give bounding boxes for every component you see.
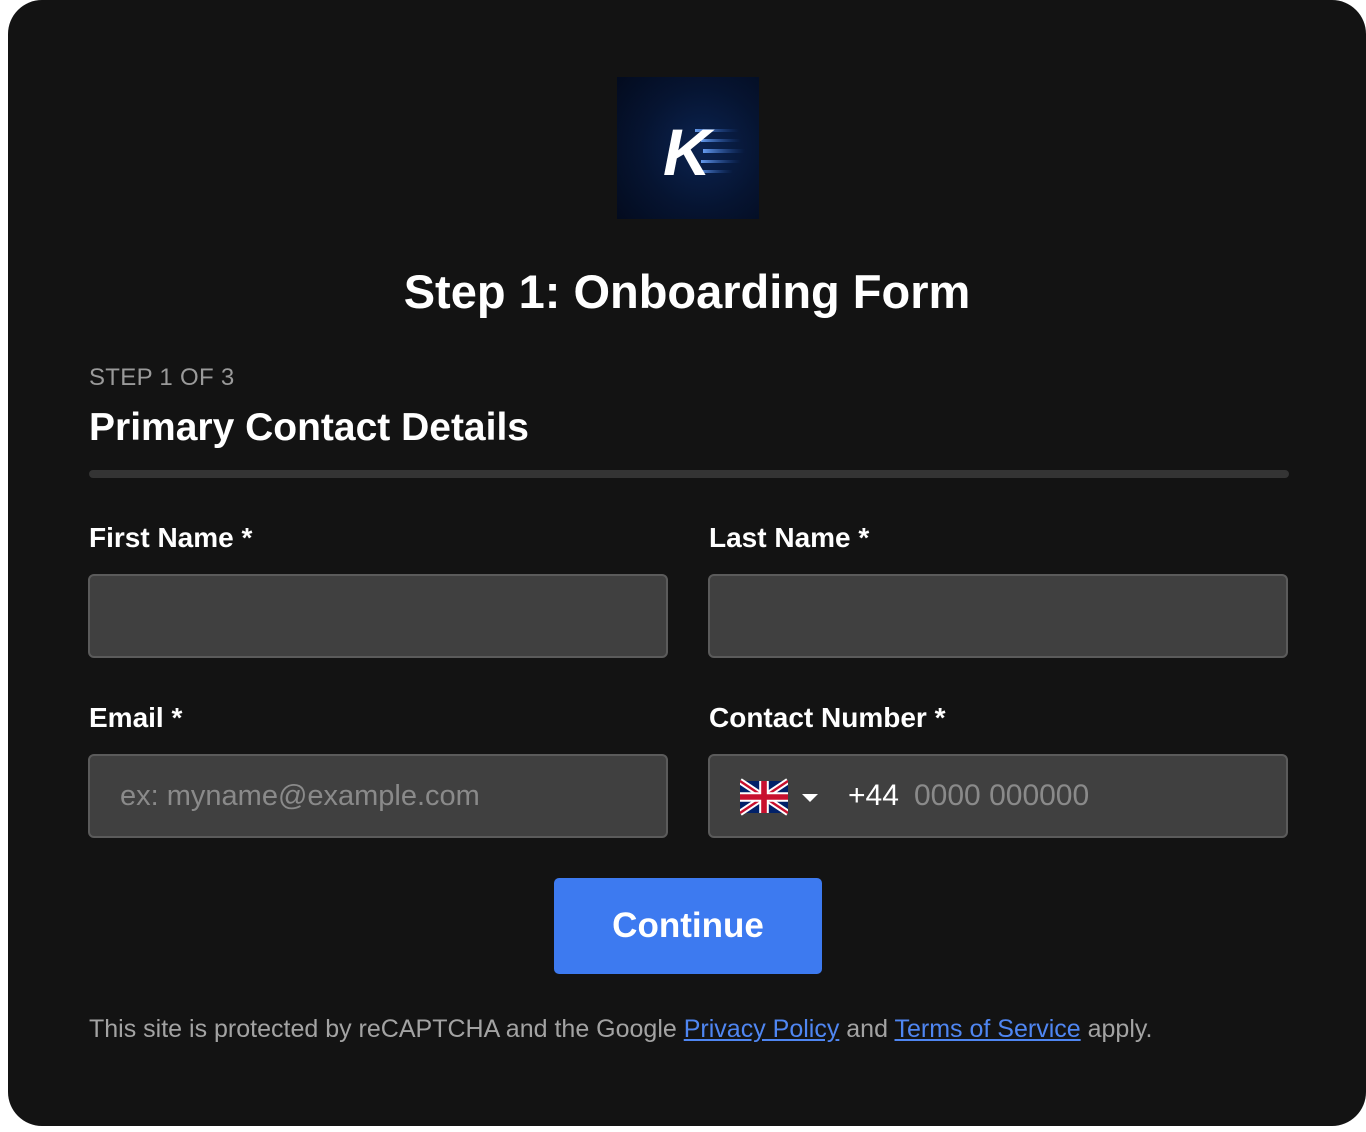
email-input[interactable] xyxy=(88,754,668,838)
dial-code: +44 xyxy=(848,779,899,812)
last-name-label: Last Name * xyxy=(709,522,870,553)
recaptcha-notice-prefix: This site is protected by reCAPTCHA and … xyxy=(89,1015,677,1043)
section-title: Primary Contact Details xyxy=(89,406,529,449)
recaptcha-notice-suffix: apply. xyxy=(1087,1015,1153,1043)
contact-number-field: +44 xyxy=(708,754,1288,838)
svg-text:K: K xyxy=(663,115,715,189)
k-logo-icon: K xyxy=(663,115,745,189)
page-title: Step 1: Onboarding Form xyxy=(403,265,971,318)
first-name-label: First Name * xyxy=(89,522,253,553)
onboarding-card: K Step 1: Onboarding Form STEP 1 OF 3 Pr… xyxy=(8,0,1366,1126)
email-label: Email * xyxy=(89,702,183,733)
chevron-down-icon xyxy=(802,794,818,802)
recaptcha-notice: This site is protected by reCAPTCHA and … xyxy=(89,1012,1152,1046)
privacy-policy-link[interactable]: Privacy Policy xyxy=(684,1015,840,1043)
contact-number-label: Contact Number * xyxy=(709,702,946,733)
terms-of-service-link[interactable]: Terms of Service xyxy=(895,1015,1081,1043)
country-code-select[interactable] xyxy=(740,778,822,816)
last-name-input[interactable] xyxy=(708,574,1288,658)
contact-number-input[interactable] xyxy=(914,770,1274,822)
step-indicator: STEP 1 OF 3 xyxy=(89,364,235,391)
company-logo: K xyxy=(617,77,759,219)
continue-button[interactable]: Continue xyxy=(554,878,822,974)
step-progress-bar xyxy=(89,470,1289,478)
uk-flag-icon xyxy=(740,778,788,816)
recaptcha-notice-middle: and xyxy=(846,1015,888,1043)
first-name-input[interactable] xyxy=(88,574,668,658)
